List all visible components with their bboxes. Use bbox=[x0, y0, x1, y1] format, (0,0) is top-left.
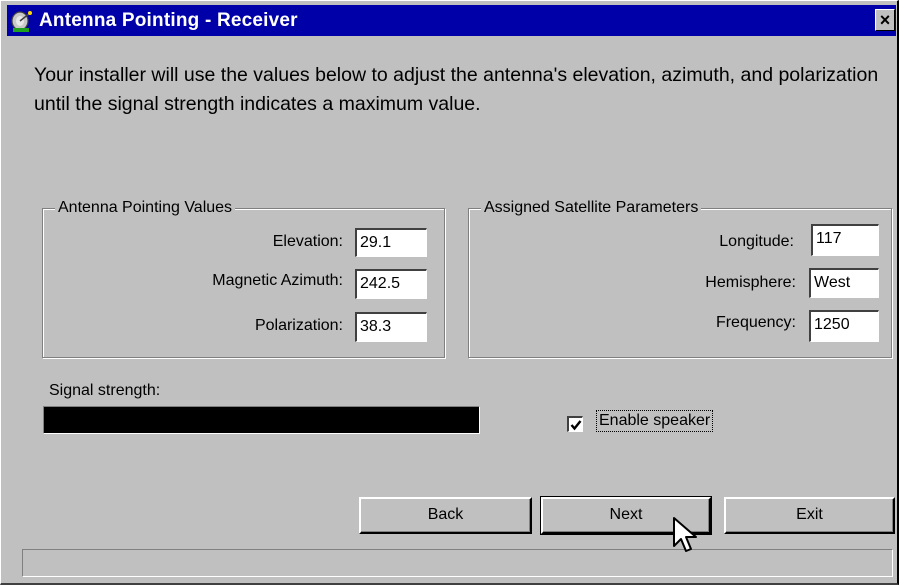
close-button[interactable]: × bbox=[875, 9, 895, 31]
signal-strength-fill bbox=[44, 407, 479, 433]
frequency-label: Frequency: bbox=[715, 314, 796, 331]
mouse-cursor-icon bbox=[673, 517, 697, 552]
checkmark-icon bbox=[570, 419, 581, 430]
signal-strength-label: Signal strength: bbox=[49, 382, 161, 399]
status-bar bbox=[22, 549, 893, 577]
hemisphere-label: Hemisphere: bbox=[705, 274, 796, 291]
longitude-label: Longitude: bbox=[719, 233, 794, 250]
antenna-pointing-group: Antenna Pointing Values Elevation: 29.1 … bbox=[42, 198, 445, 358]
satellite-parameters-group-title: Assigned Satellite Parameters bbox=[481, 198, 702, 218]
polarization-label: Polarization: bbox=[254, 317, 343, 334]
close-icon: × bbox=[879, 10, 891, 30]
enable-speaker-checkbox[interactable] bbox=[567, 416, 583, 432]
magnetic-azimuth-field[interactable]: 242.5 bbox=[355, 269, 427, 299]
elevation-label: Elevation: bbox=[272, 233, 343, 250]
dialog-window: Antenna Pointing - Receiver × Your insta… bbox=[0, 0, 899, 585]
hemisphere-field[interactable]: West bbox=[809, 268, 879, 298]
polarization-field[interactable]: 38.3 bbox=[355, 312, 427, 342]
window-title: Antenna Pointing - Receiver bbox=[39, 9, 298, 31]
exit-button[interactable]: Exit bbox=[724, 497, 895, 534]
frequency-field[interactable]: 1250 bbox=[809, 310, 879, 342]
back-button[interactable]: Back bbox=[359, 497, 532, 534]
intro-text: Your installer will use the values below… bbox=[34, 64, 879, 115]
signal-strength-bar bbox=[43, 406, 480, 434]
magnetic-azimuth-label: Magnetic Azimuth: bbox=[212, 272, 343, 289]
elevation-field[interactable]: 29.1 bbox=[355, 228, 427, 257]
satellite-dish-icon bbox=[9, 8, 35, 34]
antenna-pointing-group-title: Antenna Pointing Values bbox=[55, 198, 236, 218]
title-bar[interactable]: Antenna Pointing - Receiver × bbox=[7, 5, 896, 36]
longitude-field[interactable]: 117 bbox=[811, 224, 879, 256]
satellite-parameters-group: Assigned Satellite Parameters Longitude:… bbox=[468, 198, 892, 358]
enable-speaker-label[interactable]: Enable speaker bbox=[595, 410, 714, 432]
